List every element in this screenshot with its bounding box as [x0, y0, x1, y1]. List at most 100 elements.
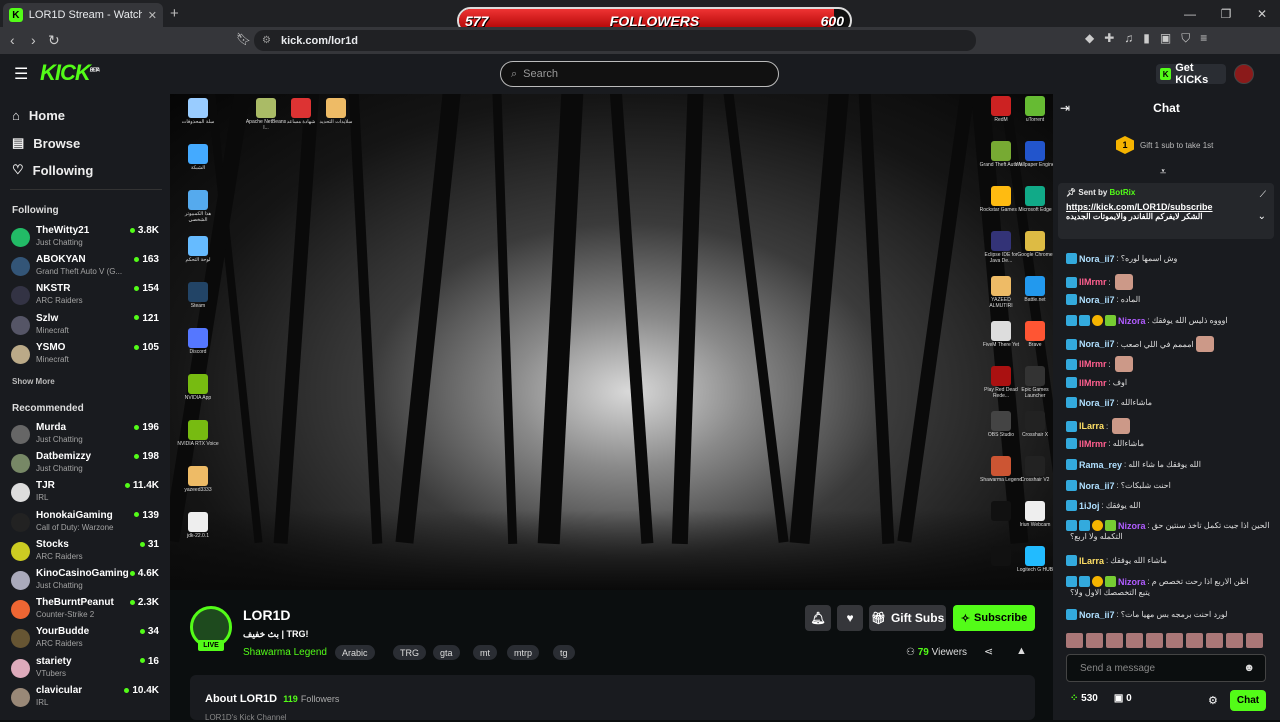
kicks-balance[interactable]: ⁘ 530 — [1070, 693, 1098, 704]
badge-icon — [1066, 500, 1077, 511]
chat-username[interactable]: Nora_ii7 — [1079, 398, 1115, 408]
shield-icon[interactable]: ⛉ — [1181, 31, 1190, 46]
following-channel[interactable]: NKSTR ARC Raiders 154 — [11, 283, 161, 311]
gift-subs-button[interactable]: 🎁︎ Gift Subs — [869, 605, 946, 631]
maximize-icon[interactable]: ❐ — [1208, 0, 1244, 27]
chat-username[interactable]: Nizora — [1118, 577, 1146, 587]
emote-icon[interactable] — [1166, 633, 1183, 648]
back-icon[interactable]: ‹ — [10, 32, 15, 48]
share-icon[interactable]: ⋖ — [984, 645, 993, 658]
gifts-balance[interactable]: ▣ 0 — [1114, 693, 1132, 704]
nav-browse[interactable]: ▤ Browse — [12, 135, 80, 151]
chat-username[interactable]: lIMrmr — [1079, 277, 1107, 287]
close-tab-icon[interactable]: ✕ — [148, 9, 157, 22]
reload-icon[interactable]: ↻ — [48, 32, 60, 49]
chat-username[interactable]: lIMrmr — [1079, 439, 1107, 449]
video-player[interactable]: سلة المحذوفات الشبكة هذا الكمبيوتر الشخصي ل… — [170, 94, 1053, 590]
chat-username[interactable]: Rama_rey — [1079, 460, 1122, 470]
subscribe-button[interactable]: ✧ Subscribe — [953, 605, 1035, 631]
url-bar[interactable]: ⚙ kick.com/lor1d — [254, 30, 976, 51]
filter-icon[interactable]: ⩡ — [1160, 166, 1166, 179]
search-input[interactable]: ⌕ Search — [500, 61, 779, 87]
send-chat-button[interactable]: Chat — [1230, 690, 1266, 711]
emote-icon[interactable] — [1226, 633, 1243, 648]
hamburger-menu-icon[interactable]: ☰ — [14, 64, 28, 84]
show-more-link[interactable]: Show More — [12, 377, 55, 386]
chat-username[interactable]: Nizora — [1118, 316, 1146, 326]
emote-icon[interactable] — [1206, 633, 1223, 648]
recommended-channel[interactable]: TheBurntPeanut Counter-Strike 2 2.3K — [11, 597, 161, 625]
sidebar-icon[interactable]: ▮ — [1143, 31, 1150, 46]
forward-icon[interactable]: › — [31, 32, 36, 48]
chat-username[interactable]: Nora_ii7 — [1079, 339, 1115, 349]
pinned-link[interactable]: https://kick.com/LOR1D/subscribe — [1066, 202, 1266, 212]
kick-logo[interactable]: KICKBETA — [40, 60, 100, 86]
stream-category[interactable]: Shawarma Legend — [243, 647, 327, 658]
chat-username[interactable]: Nora_ii7 — [1079, 295, 1115, 305]
new-tab-icon[interactable]: + — [170, 5, 179, 22]
chat-username[interactable]: lIMrmr — [1079, 359, 1107, 369]
chat-input[interactable]: Send a message ☻ — [1066, 654, 1266, 682]
chevron-down-icon[interactable]: ⌄ — [1258, 211, 1266, 222]
extension-icon[interactable]: ◆ — [1085, 31, 1094, 46]
report-icon[interactable]: ▲ — [1016, 645, 1027, 657]
site-info-icon[interactable]: ⚙ — [262, 35, 271, 46]
chat-username[interactable]: Nora_ii7 — [1079, 481, 1115, 491]
puzzle-icon[interactable]: ✚ — [1104, 31, 1114, 46]
app-icon — [991, 276, 1011, 296]
app-icon — [256, 98, 276, 118]
channel-name[interactable]: LOR1D — [243, 607, 290, 623]
close-window-icon[interactable]: ✕ — [1244, 0, 1280, 27]
recommended-channel[interactable]: Murda Just Chatting 196 — [11, 422, 161, 450]
recommended-channel[interactable]: KinoCasinoGaming Just Chatting 4.6K — [11, 568, 161, 596]
nav-home[interactable]: ⌂ Home — [12, 108, 65, 123]
emote-icon[interactable] — [1146, 633, 1163, 648]
emote-icon[interactable] — [1126, 633, 1143, 648]
chat-username[interactable]: 1iJoj — [1079, 501, 1100, 511]
media-icon[interactable]: ♫ — [1124, 31, 1133, 46]
get-kicks-button[interactable]: K Get KICKs — [1156, 62, 1226, 86]
emote-icon[interactable] — [1246, 633, 1263, 648]
recommended-channel[interactable]: YourBudde ARC Raiders 34 — [11, 626, 161, 654]
tag-chip[interactable]: tg — [553, 645, 575, 660]
recommended-channel[interactable]: TJR IRL 11.4K — [11, 480, 161, 508]
following-channel[interactable]: Szlw Minecraft 121 — [11, 313, 161, 341]
bookmark-icon[interactable]: 🔖︎ — [236, 32, 251, 46]
emote-icon[interactable] — [1086, 633, 1103, 648]
gift-leaderboard[interactable]: 1 Gift 1 sub to take 1st — [1116, 136, 1213, 154]
following-channel[interactable]: TheWitty21 Just Chatting 3.8K — [11, 225, 161, 253]
following-channel[interactable]: ABOKYAN Grand Theft Auto V (G... 163 — [11, 254, 161, 282]
emoji-icon[interactable]: ☻ — [1243, 662, 1255, 674]
minimize-icon[interactable]: — — [1172, 0, 1208, 27]
chat-username[interactable]: Nizora — [1118, 521, 1146, 531]
user-avatar[interactable] — [1234, 64, 1254, 84]
chat-settings-icon[interactable]: ⚙ — [1208, 694, 1218, 707]
wallet-icon[interactable]: ▣ — [1160, 31, 1171, 46]
browser-tab[interactable]: K LOR1D Stream - Watch Live on K ✕ — [3, 3, 163, 27]
chat-username[interactable]: lLarra — [1079, 556, 1104, 566]
notifications-button[interactable]: 🔔︎ — [805, 605, 831, 631]
chat-username[interactable]: lIMrmr — [1079, 378, 1107, 388]
emote-icon[interactable] — [1186, 633, 1203, 648]
recommended-channel[interactable]: clavicular IRL 10.4K — [11, 685, 161, 713]
tag-chip[interactable]: mtrp — [507, 645, 539, 660]
nav-following[interactable]: ♡ Following — [12, 162, 93, 178]
tag-chip[interactable]: Arabic — [335, 645, 375, 660]
recommended-channel[interactable]: stariety VTubers 16 — [11, 656, 161, 684]
tag-chip[interactable]: mt — [473, 645, 497, 660]
following-channel[interactable]: YSMO Minecraft 105 — [11, 342, 161, 370]
recommended-channel[interactable]: Datbemizzy Just Chatting 198 — [11, 451, 161, 479]
recommended-channel[interactable]: Stocks ARC Raiders 31 — [11, 539, 161, 567]
emote-icon[interactable] — [1106, 633, 1123, 648]
recommended-channel[interactable]: HonokaiGaming Call of Duty: Warzone 139 — [11, 510, 161, 538]
follow-button[interactable]: ♥ — [837, 605, 863, 631]
chat-username[interactable]: Nora_ii7 — [1079, 254, 1115, 264]
menu-icon[interactable]: ≡ — [1200, 31, 1207, 46]
tag-chip[interactable]: TRG — [393, 645, 426, 660]
tag-chip[interactable]: gta — [433, 645, 460, 660]
unpin-icon[interactable]: ⟋ — [1260, 189, 1266, 200]
desktop-icon: سلايدات التحديد — [314, 98, 358, 126]
emote-icon[interactable] — [1066, 633, 1083, 648]
chat-username[interactable]: Nora_ii7 — [1079, 610, 1115, 620]
chat-username[interactable]: lLarra — [1079, 421, 1104, 431]
